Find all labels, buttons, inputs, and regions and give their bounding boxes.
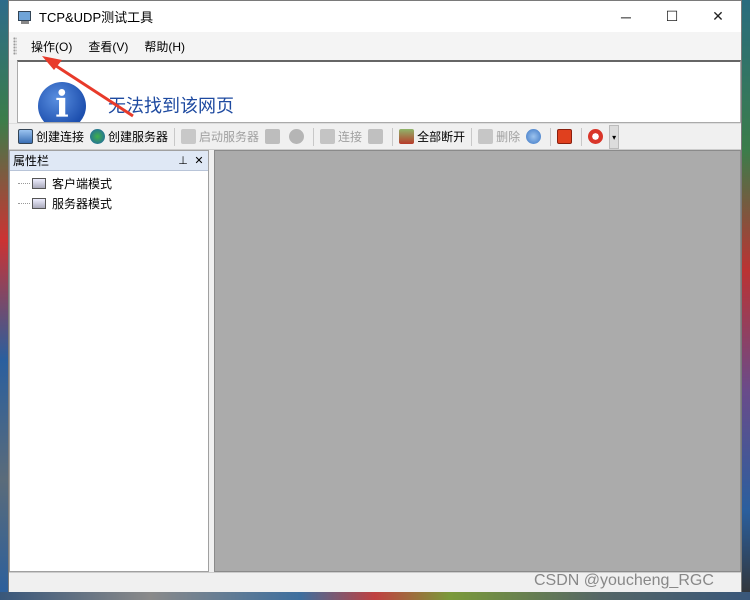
annotation-arrow-icon xyxy=(42,56,134,118)
